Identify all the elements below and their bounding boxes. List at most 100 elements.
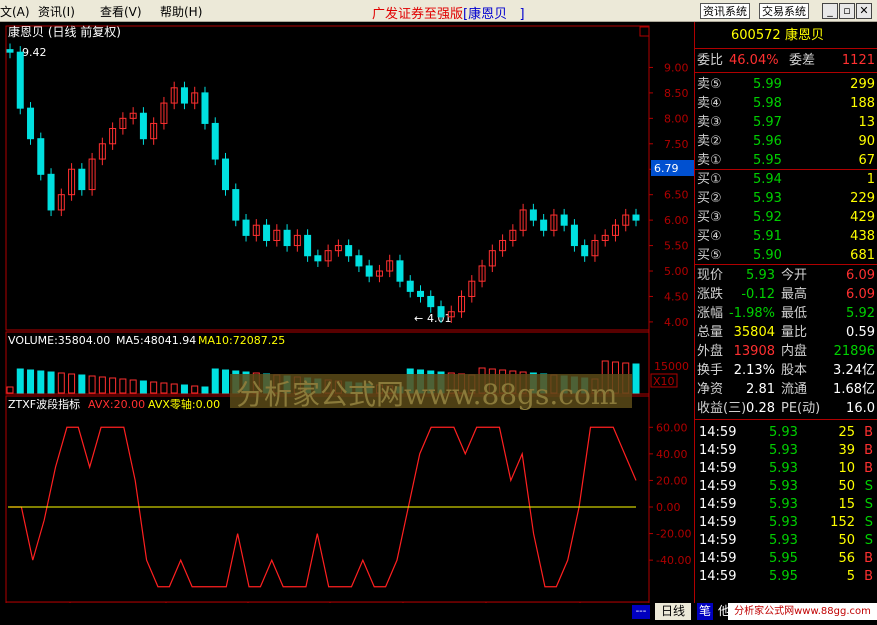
tick-time: 14:59 bbox=[699, 497, 737, 512]
stat-value: 3.24亿 bbox=[833, 363, 875, 378]
indicator-tick-label: -40.00 bbox=[656, 554, 691, 567]
period-tab[interactable]: 日线 bbox=[655, 603, 691, 620]
indicator-tick-label: 0.00 bbox=[656, 501, 681, 514]
volume-bar bbox=[119, 378, 127, 394]
avx-label: AVX:20.00 bbox=[88, 398, 145, 411]
stat-value: 21896 bbox=[833, 344, 875, 359]
bid-label: 买③ bbox=[697, 210, 722, 225]
scroll-more-button[interactable]: --- bbox=[632, 605, 650, 619]
tick-row: 14:59 5.93 152 S bbox=[697, 513, 875, 532]
stat-label: 涨跌 bbox=[697, 287, 724, 302]
tick-side: B bbox=[864, 551, 873, 566]
tick-time: 14:59 bbox=[699, 425, 737, 440]
bid-row: 买⑤ 5.90 681 bbox=[697, 246, 875, 265]
candle-body bbox=[355, 255, 363, 267]
kline-chart[interactable]: 康恩贝 (日线 前复权) 9.42 4.01 ← 9.008.508.007.5… bbox=[0, 22, 694, 620]
current-price: 6.79 bbox=[654, 162, 679, 175]
stat-label: 内盘 bbox=[781, 344, 808, 359]
menu-file[interactable]: 文(A) bbox=[0, 3, 30, 20]
divider bbox=[695, 264, 877, 265]
info-system-button[interactable]: 资讯系统 bbox=[700, 3, 750, 19]
volume-bar bbox=[211, 368, 219, 394]
stat-row: 换手 2.13% 股本 3.24亿 bbox=[697, 361, 875, 380]
stat-label: 流通 bbox=[781, 382, 808, 397]
bid-volume: 681 bbox=[850, 248, 875, 263]
maximize-pane-icon[interactable] bbox=[639, 26, 650, 37]
candle-body bbox=[211, 122, 219, 160]
tick-volume: 10 bbox=[838, 461, 855, 476]
stat-label: 总量 bbox=[697, 325, 724, 340]
minimize-icon[interactable]: _ bbox=[822, 3, 838, 19]
candle-body bbox=[242, 219, 250, 236]
volume-bar bbox=[160, 382, 168, 394]
volume-bar bbox=[170, 383, 178, 394]
stat-row: 收益(三) 0.28 PE(动) 16.0 bbox=[697, 399, 875, 418]
volume-bar bbox=[88, 375, 96, 394]
tick-row: 14:59 5.95 5 B bbox=[697, 567, 875, 586]
stat-label: 涨幅 bbox=[697, 306, 724, 321]
stat-value: 6.09 bbox=[846, 268, 875, 283]
quote-panel: 600572 康恩贝 委比 46.04% 委差 1121 卖⑤ 5.99 299 卖④… bbox=[694, 22, 877, 620]
tick-volume: 5 bbox=[846, 569, 855, 584]
tick-side: S bbox=[864, 533, 873, 548]
bi-tab[interactable]: 笔 bbox=[697, 603, 713, 620]
volume-bar bbox=[57, 372, 65, 394]
tick-volume: 50 bbox=[838, 533, 855, 548]
tick-time: 14:59 bbox=[699, 461, 737, 476]
tick-time: 14:59 bbox=[699, 515, 737, 530]
avx-zero-label: AVX零轴:0.00 bbox=[148, 397, 220, 411]
app-title: 广发证券至强版 bbox=[372, 7, 464, 22]
stock-title: [康恩贝 ] bbox=[463, 7, 525, 22]
candle-body bbox=[37, 138, 45, 175]
order-ratio-row: 委比 46.04% 委差 1121 bbox=[697, 51, 875, 70]
tick-price: 5.93 bbox=[769, 497, 798, 512]
tick-side: S bbox=[864, 497, 873, 512]
price-tick-label: 5.00 bbox=[664, 265, 689, 278]
bid-label: 买④ bbox=[697, 229, 722, 244]
restore-icon[interactable]: ▫ bbox=[839, 3, 855, 19]
bid-label: 买⑤ bbox=[697, 248, 722, 263]
weicha-label: 委差 bbox=[789, 53, 816, 68]
tick-row: 14:59 5.93 15 S bbox=[697, 495, 875, 514]
menu-help[interactable]: 帮助(H) bbox=[160, 3, 202, 20]
tick-side: B bbox=[864, 569, 873, 584]
candle-body bbox=[365, 265, 373, 277]
other-tab[interactable]: 他 bbox=[718, 603, 728, 620]
bid-row: 买② 5.93 229 bbox=[697, 189, 875, 208]
high-label: 9.42 bbox=[22, 46, 47, 59]
price-tick-label: 9.00 bbox=[664, 61, 689, 74]
menu-info[interactable]: 资讯(I) bbox=[38, 3, 75, 20]
candle-body bbox=[396, 260, 404, 282]
tick-side: B bbox=[864, 425, 873, 440]
divider bbox=[695, 419, 877, 420]
candle-body bbox=[139, 112, 147, 140]
ask-row: 卖① 5.95 67 bbox=[697, 151, 875, 170]
stat-label: 净资 bbox=[697, 382, 724, 397]
trade-system-button[interactable]: 交易系统 bbox=[759, 3, 809, 19]
ask-volume: 13 bbox=[858, 115, 875, 130]
ask-price: 5.96 bbox=[753, 134, 782, 149]
divider bbox=[695, 48, 877, 49]
volume-bar bbox=[47, 371, 55, 394]
ask-row: 卖⑤ 5.99 299 bbox=[697, 75, 875, 94]
close-icon[interactable]: ✕ bbox=[856, 3, 872, 19]
bottom-bar: --- 日线 笔 他 分析家公式网www.88gg.com bbox=[0, 603, 877, 625]
candle-body bbox=[581, 245, 589, 257]
menu-view[interactable]: 查看(V) bbox=[100, 3, 142, 20]
volume-bar bbox=[191, 385, 199, 394]
volume-bar bbox=[16, 368, 24, 394]
candle-body bbox=[47, 173, 55, 211]
stat-value: 0.28 bbox=[746, 401, 775, 416]
footer-watermark: 分析家公式网www.88gg.com bbox=[728, 603, 877, 620]
volume-bar bbox=[222, 369, 230, 394]
indicator-tick-label: 40.00 bbox=[656, 448, 688, 461]
price-tick-label: 4.00 bbox=[664, 316, 689, 329]
tick-volume: 56 bbox=[838, 551, 855, 566]
price-tick-label: 7.50 bbox=[664, 138, 689, 151]
stat-value: 5.93 bbox=[746, 268, 775, 283]
volume-bar bbox=[109, 377, 117, 394]
stat-label: 外盘 bbox=[697, 344, 724, 359]
volume-bar bbox=[129, 379, 137, 394]
volume-label: VOLUME:35804.00 bbox=[8, 334, 110, 347]
candle-body bbox=[540, 219, 548, 231]
